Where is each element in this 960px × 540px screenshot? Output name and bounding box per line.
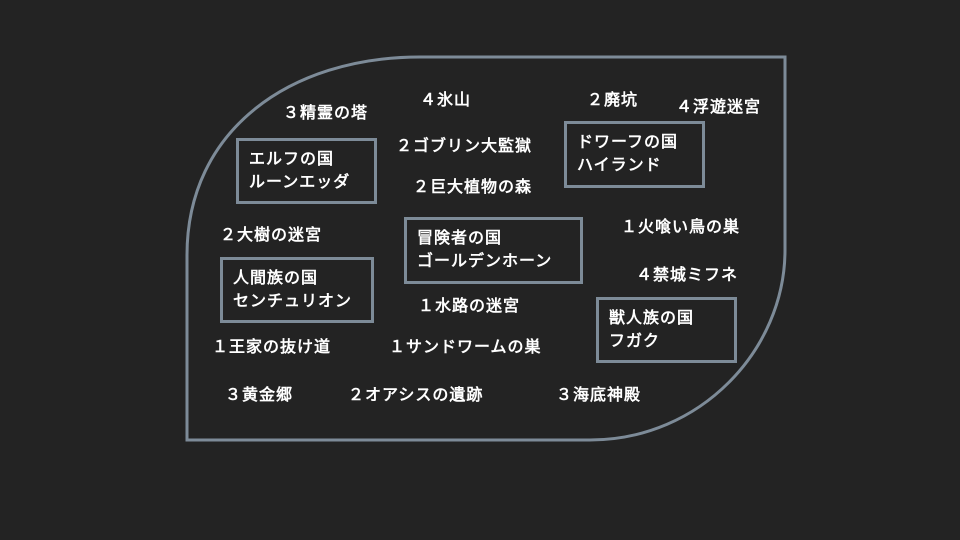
nation-beast: 獣人族の国 フガク [596, 297, 737, 363]
location-hyouzan: ４氷山 [420, 90, 472, 109]
nation-dwarf-capital: ハイランド [577, 155, 662, 174]
location-fuyuu-meikyuu: ４浮遊迷宮 [676, 97, 762, 116]
nation-beast-name: 獣人族の国 [609, 308, 695, 327]
location-kaitei-shinden: ３海底神殿 [556, 385, 642, 404]
nation-adventurer-capital: ゴールデンホーン [417, 251, 553, 270]
location-taiju-meikyuu: ２大樹の迷宮 [220, 225, 323, 244]
nation-dwarf: ドワーフの国 ハイランド [564, 121, 705, 188]
location-hikui-tori: １火喰い鳥の巣 [621, 217, 741, 236]
nation-adventurer: 冒険者の国 ゴールデンホーン [404, 217, 583, 284]
location-suiro-meikyuu: １水路の迷宮 [418, 296, 521, 315]
nation-beast-capital: フガク [609, 331, 661, 350]
nation-adventurer-name: 冒険者の国 [417, 228, 503, 247]
nation-human: 人間族の国 センチュリオン [220, 257, 374, 323]
nation-elf-capital: ルーンエッダ [249, 172, 351, 191]
nation-dwarf-name: ドワーフの国 [577, 132, 679, 151]
location-haikou: ２廃坑 [587, 90, 639, 109]
world-map: エルフの国 ルーンエッダ ドワーフの国 ハイランド 冒険者の国 ゴールデンホーン… [0, 0, 960, 540]
location-goblin-kangoku: ２ゴブリン大監獄 [396, 136, 533, 155]
location-seirei-no-tou: ３精霊の塔 [283, 103, 369, 122]
nation-elf-name: エルフの国 [249, 149, 335, 168]
location-ouke-nukemichi: １王家の抜け道 [212, 337, 332, 356]
nation-elf: エルフの国 ルーンエッダ [236, 138, 377, 204]
nation-human-name: 人間族の国 [233, 268, 319, 287]
location-oasis-iseki: ２オアシスの遺跡 [348, 385, 484, 404]
location-kyodai-shokubutsu: ２巨大植物の森 [413, 177, 533, 196]
nation-human-capital: センチュリオン [233, 291, 353, 310]
location-kinjou-mifune: ４禁城ミフネ [636, 265, 739, 284]
location-sandworm: １サンドワームの巣 [389, 337, 542, 356]
location-ougonkyou: ３黄金郷 [225, 385, 294, 404]
